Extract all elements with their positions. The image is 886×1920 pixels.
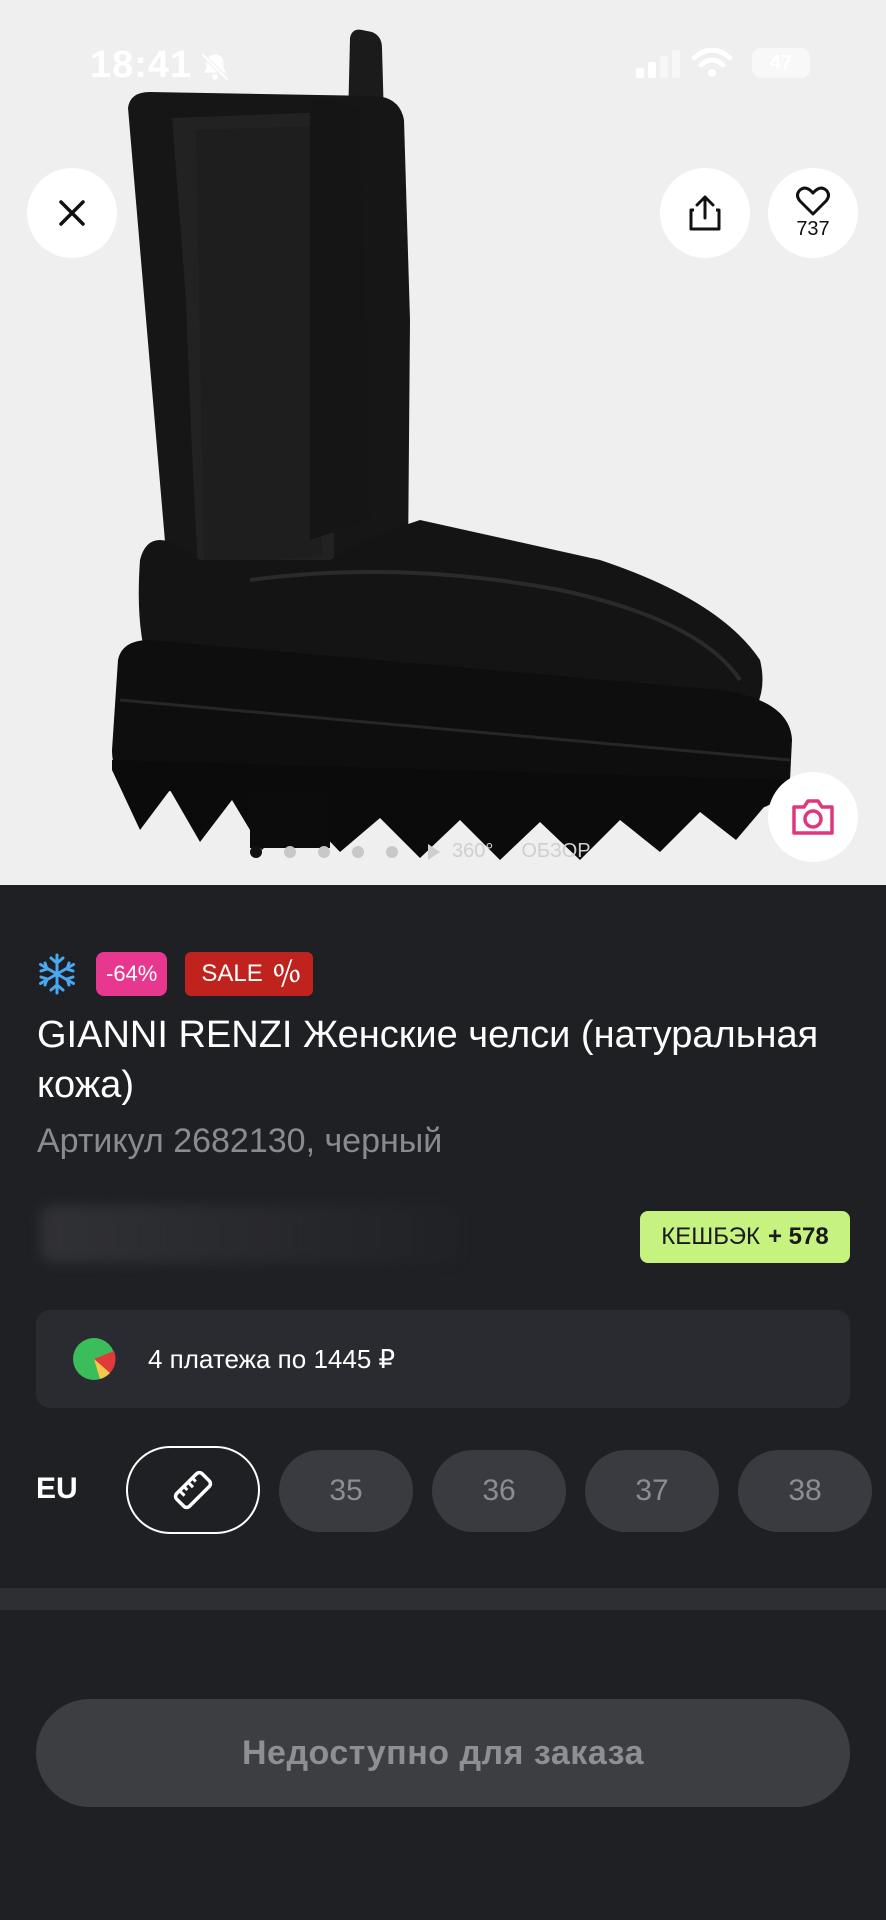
price-placeholder: [40, 1205, 460, 1263]
size-option-35[interactable]: 35: [279, 1450, 413, 1532]
gallery-pagination: 360° ОБЗОР: [250, 840, 591, 863]
view-360-button[interactable]: 360° ОБЗОР: [428, 840, 591, 863]
status-time: 18:41: [90, 44, 193, 86]
pagination-dot[interactable]: [352, 845, 364, 858]
size-option-37[interactable]: 37: [585, 1450, 719, 1532]
size-option-36[interactable]: 36: [432, 1450, 566, 1532]
pagination-dot[interactable]: [386, 845, 398, 858]
size-system-label: EU: [36, 1472, 78, 1505]
cashback-badge[interactable]: КЕШБЭК + 578: [640, 1211, 850, 1263]
product-badges: -64% SALE %: [36, 952, 314, 996]
sale-badge: SALE %: [185, 952, 314, 996]
favorites-count: 737: [796, 217, 830, 240]
view-360-degrees: 360°: [452, 840, 494, 862]
share-icon: [689, 195, 721, 231]
split-payment-logo-icon: [73, 1338, 116, 1380]
size-guide-button[interactable]: [126, 1446, 260, 1534]
product-photo: [112, 29, 792, 860]
product-article: Артикул 2682130, черный: [37, 1122, 443, 1160]
section-divider: [0, 1588, 886, 1610]
installments-banner[interactable]: 4 платежа по 1445 ₽: [36, 1310, 850, 1408]
close-button[interactable]: [27, 168, 117, 258]
size-option-38[interactable]: 38: [738, 1450, 872, 1532]
cashback-label: КЕШБЭК: [661, 1223, 760, 1250]
order-button[interactable]: Недоступно для заказа: [36, 1699, 850, 1807]
battery-indicator: 47: [752, 48, 810, 78]
installments-text: 4 платежа по 1445 ₽: [148, 1343, 396, 1374]
product-image-gallery[interactable]: 18:41 47 737 360° ОБЗОР: [0, 0, 886, 885]
play-icon: [428, 843, 440, 860]
size-selector: EU 35 36 37 38: [0, 1446, 886, 1536]
discount-badge: -64%: [96, 952, 168, 996]
battery-level: 47: [769, 52, 793, 74]
favorite-button[interactable]: 737: [768, 168, 858, 258]
snowflake-icon: [39, 953, 75, 995]
sale-badge-symbol: %: [267, 952, 307, 996]
view-360-label: ОБЗОР: [521, 840, 591, 862]
photo-search-button[interactable]: [768, 772, 858, 862]
cashback-value: + 578: [767, 1223, 829, 1250]
bell-muted-icon: [200, 52, 230, 82]
pagination-dot[interactable]: [284, 845, 296, 858]
share-button[interactable]: [660, 168, 750, 258]
status-bar: 18:41 47: [0, 40, 886, 90]
pagination-dot[interactable]: [250, 845, 262, 858]
camera-icon: [792, 799, 834, 835]
wifi-icon: [692, 48, 732, 77]
heart-icon: [796, 186, 830, 215]
cellular-signal-icon: [636, 50, 680, 78]
close-icon: [59, 200, 85, 226]
sale-badge-label: SALE: [201, 960, 263, 987]
product-title: GIANNI RENZI Женские челси (натуральная …: [37, 1014, 819, 1106]
ruler-icon: [173, 1470, 213, 1510]
pagination-dot[interactable]: [318, 845, 330, 858]
